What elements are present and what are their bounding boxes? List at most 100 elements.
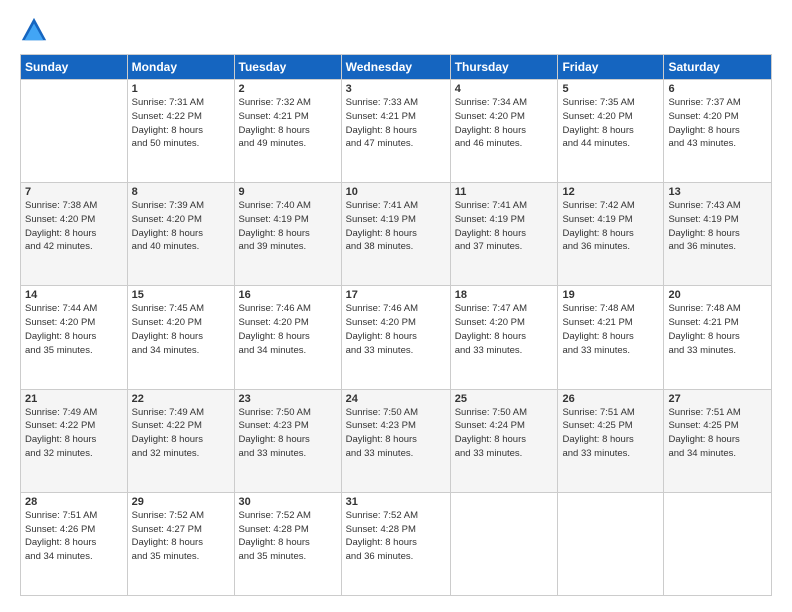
day-info: Sunrise: 7:46 AM Sunset: 4:20 PM Dayligh… [346,302,446,357]
day-number: 4 [455,83,554,95]
header-cell-tuesday: Tuesday [234,55,341,80]
day-info: Sunrise: 7:52 AM Sunset: 4:27 PM Dayligh… [132,509,230,564]
day-info: Sunrise: 7:37 AM Sunset: 4:20 PM Dayligh… [668,96,767,151]
day-info: Sunrise: 7:40 AM Sunset: 4:19 PM Dayligh… [239,199,337,254]
day-cell: 30Sunrise: 7:52 AM Sunset: 4:28 PM Dayli… [234,492,341,595]
day-cell: 25Sunrise: 7:50 AM Sunset: 4:24 PM Dayli… [450,389,558,492]
day-number: 25 [455,393,554,405]
day-info: Sunrise: 7:51 AM Sunset: 4:25 PM Dayligh… [668,406,767,461]
day-number: 7 [25,186,123,198]
day-info: Sunrise: 7:50 AM Sunset: 4:24 PM Dayligh… [455,406,554,461]
day-info: Sunrise: 7:31 AM Sunset: 4:22 PM Dayligh… [132,96,230,151]
day-info: Sunrise: 7:51 AM Sunset: 4:25 PM Dayligh… [562,406,659,461]
day-cell: 6Sunrise: 7:37 AM Sunset: 4:20 PM Daylig… [664,80,772,183]
header-cell-thursday: Thursday [450,55,558,80]
day-number: 31 [346,496,446,508]
page: SundayMondayTuesdayWednesdayThursdayFrid… [0,0,792,612]
day-info: Sunrise: 7:48 AM Sunset: 4:21 PM Dayligh… [668,302,767,357]
day-number: 15 [132,289,230,301]
day-number: 21 [25,393,123,405]
day-cell: 8Sunrise: 7:39 AM Sunset: 4:20 PM Daylig… [127,183,234,286]
day-cell: 17Sunrise: 7:46 AM Sunset: 4:20 PM Dayli… [341,286,450,389]
day-cell [558,492,664,595]
day-cell: 11Sunrise: 7:41 AM Sunset: 4:19 PM Dayli… [450,183,558,286]
day-number: 13 [668,186,767,198]
day-cell: 5Sunrise: 7:35 AM Sunset: 4:20 PM Daylig… [558,80,664,183]
day-cell [664,492,772,595]
day-cell: 9Sunrise: 7:40 AM Sunset: 4:19 PM Daylig… [234,183,341,286]
day-info: Sunrise: 7:38 AM Sunset: 4:20 PM Dayligh… [25,199,123,254]
header-cell-monday: Monday [127,55,234,80]
day-cell: 2Sunrise: 7:32 AM Sunset: 4:21 PM Daylig… [234,80,341,183]
day-info: Sunrise: 7:49 AM Sunset: 4:22 PM Dayligh… [132,406,230,461]
day-number: 22 [132,393,230,405]
day-info: Sunrise: 7:42 AM Sunset: 4:19 PM Dayligh… [562,199,659,254]
day-info: Sunrise: 7:51 AM Sunset: 4:26 PM Dayligh… [25,509,123,564]
day-cell: 16Sunrise: 7:46 AM Sunset: 4:20 PM Dayli… [234,286,341,389]
day-cell: 12Sunrise: 7:42 AM Sunset: 4:19 PM Dayli… [558,183,664,286]
day-info: Sunrise: 7:49 AM Sunset: 4:22 PM Dayligh… [25,406,123,461]
day-cell: 1Sunrise: 7:31 AM Sunset: 4:22 PM Daylig… [127,80,234,183]
day-number: 23 [239,393,337,405]
day-number: 28 [25,496,123,508]
day-number: 12 [562,186,659,198]
day-cell: 26Sunrise: 7:51 AM Sunset: 4:25 PM Dayli… [558,389,664,492]
day-number: 18 [455,289,554,301]
day-info: Sunrise: 7:43 AM Sunset: 4:19 PM Dayligh… [668,199,767,254]
day-number: 24 [346,393,446,405]
day-number: 20 [668,289,767,301]
day-number: 29 [132,496,230,508]
day-cell: 22Sunrise: 7:49 AM Sunset: 4:22 PM Dayli… [127,389,234,492]
calendar: SundayMondayTuesdayWednesdayThursdayFrid… [20,54,772,596]
day-info: Sunrise: 7:52 AM Sunset: 4:28 PM Dayligh… [346,509,446,564]
logo [20,16,52,44]
day-cell: 15Sunrise: 7:45 AM Sunset: 4:20 PM Dayli… [127,286,234,389]
day-info: Sunrise: 7:48 AM Sunset: 4:21 PM Dayligh… [562,302,659,357]
day-cell: 10Sunrise: 7:41 AM Sunset: 4:19 PM Dayli… [341,183,450,286]
header-cell-sunday: Sunday [21,55,128,80]
day-number: 10 [346,186,446,198]
day-info: Sunrise: 7:41 AM Sunset: 4:19 PM Dayligh… [346,199,446,254]
day-info: Sunrise: 7:50 AM Sunset: 4:23 PM Dayligh… [239,406,337,461]
day-info: Sunrise: 7:33 AM Sunset: 4:21 PM Dayligh… [346,96,446,151]
header-cell-friday: Friday [558,55,664,80]
day-cell: 29Sunrise: 7:52 AM Sunset: 4:27 PM Dayli… [127,492,234,595]
day-cell: 24Sunrise: 7:50 AM Sunset: 4:23 PM Dayli… [341,389,450,492]
day-number: 1 [132,83,230,95]
day-cell: 31Sunrise: 7:52 AM Sunset: 4:28 PM Dayli… [341,492,450,595]
header-cell-saturday: Saturday [664,55,772,80]
day-info: Sunrise: 7:34 AM Sunset: 4:20 PM Dayligh… [455,96,554,151]
calendar-header: SundayMondayTuesdayWednesdayThursdayFrid… [21,55,772,80]
day-cell: 23Sunrise: 7:50 AM Sunset: 4:23 PM Dayli… [234,389,341,492]
day-number: 16 [239,289,337,301]
day-cell: 19Sunrise: 7:48 AM Sunset: 4:21 PM Dayli… [558,286,664,389]
logo-icon [20,16,48,44]
day-cell: 3Sunrise: 7:33 AM Sunset: 4:21 PM Daylig… [341,80,450,183]
day-number: 11 [455,186,554,198]
week-row-5: 28Sunrise: 7:51 AM Sunset: 4:26 PM Dayli… [21,492,772,595]
day-cell: 7Sunrise: 7:38 AM Sunset: 4:20 PM Daylig… [21,183,128,286]
day-number: 8 [132,186,230,198]
header-cell-wednesday: Wednesday [341,55,450,80]
day-number: 26 [562,393,659,405]
day-info: Sunrise: 7:41 AM Sunset: 4:19 PM Dayligh… [455,199,554,254]
day-info: Sunrise: 7:52 AM Sunset: 4:28 PM Dayligh… [239,509,337,564]
day-info: Sunrise: 7:35 AM Sunset: 4:20 PM Dayligh… [562,96,659,151]
day-info: Sunrise: 7:45 AM Sunset: 4:20 PM Dayligh… [132,302,230,357]
day-cell: 4Sunrise: 7:34 AM Sunset: 4:20 PM Daylig… [450,80,558,183]
calendar-body: 1Sunrise: 7:31 AM Sunset: 4:22 PM Daylig… [21,80,772,596]
day-cell: 28Sunrise: 7:51 AM Sunset: 4:26 PM Dayli… [21,492,128,595]
day-info: Sunrise: 7:39 AM Sunset: 4:20 PM Dayligh… [132,199,230,254]
week-row-1: 1Sunrise: 7:31 AM Sunset: 4:22 PM Daylig… [21,80,772,183]
day-number: 3 [346,83,446,95]
day-number: 2 [239,83,337,95]
day-cell: 18Sunrise: 7:47 AM Sunset: 4:20 PM Dayli… [450,286,558,389]
day-number: 19 [562,289,659,301]
day-number: 9 [239,186,337,198]
day-info: Sunrise: 7:47 AM Sunset: 4:20 PM Dayligh… [455,302,554,357]
week-row-2: 7Sunrise: 7:38 AM Sunset: 4:20 PM Daylig… [21,183,772,286]
day-number: 5 [562,83,659,95]
day-cell: 27Sunrise: 7:51 AM Sunset: 4:25 PM Dayli… [664,389,772,492]
day-number: 6 [668,83,767,95]
day-cell: 13Sunrise: 7:43 AM Sunset: 4:19 PM Dayli… [664,183,772,286]
